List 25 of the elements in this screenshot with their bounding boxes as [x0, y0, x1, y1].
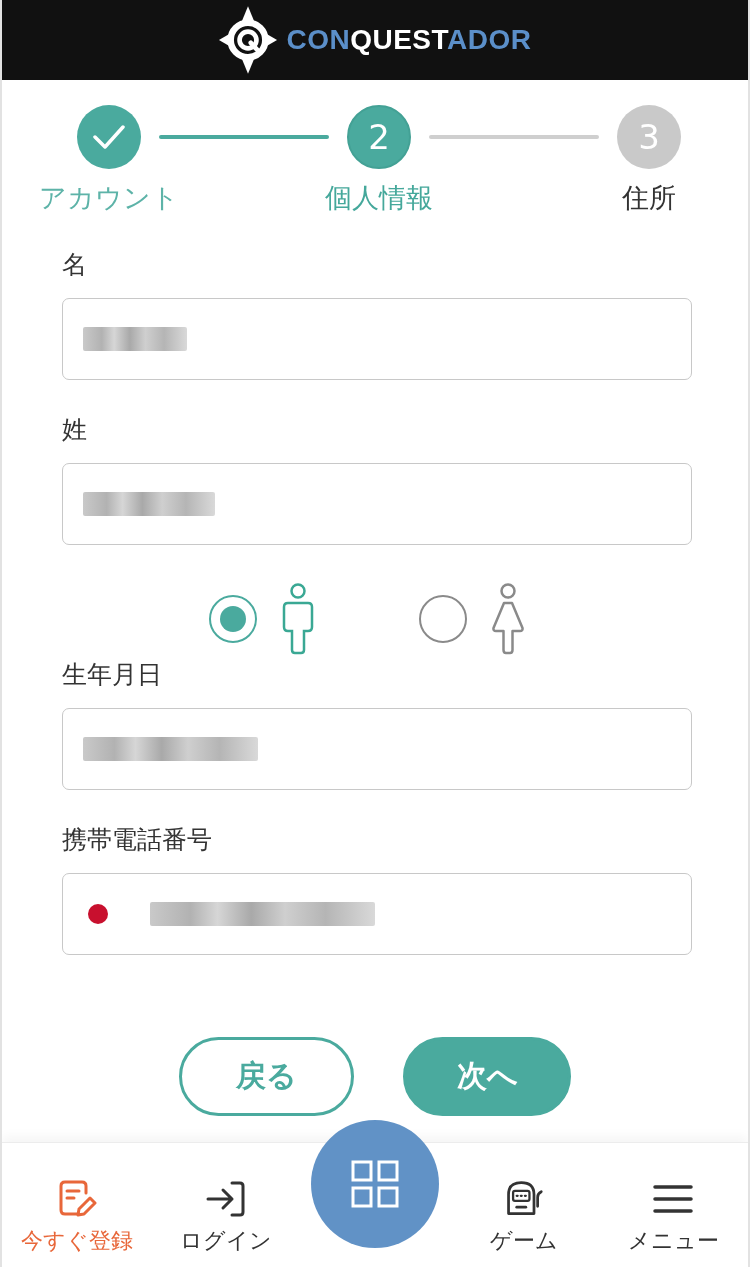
- field-label: 姓: [62, 414, 87, 446]
- female-icon: [492, 583, 524, 655]
- field-label: 名: [62, 249, 87, 281]
- step-label: 個人情報: [325, 181, 433, 215]
- nav-tab[interactable]: メニュー: [627, 1179, 719, 1256]
- phone-field[interactable]: [62, 873, 692, 955]
- radio-button[interactable]: [209, 595, 257, 643]
- step-indicator: 2: [347, 105, 411, 169]
- login-icon: [205, 1179, 246, 1219]
- step-label: 住所: [622, 181, 676, 215]
- nav-tab[interactable]: ゲーム: [490, 1179, 559, 1256]
- compass-logo-icon: [218, 6, 279, 74]
- male-icon: [282, 583, 314, 655]
- radio-button[interactable]: [419, 595, 467, 643]
- flag-icon: [88, 904, 108, 924]
- text-field[interactable]: [62, 298, 692, 380]
- grid-icon: [351, 1160, 399, 1208]
- text-field[interactable]: [62, 708, 692, 790]
- logo-text: CONQUESTADOR: [286, 23, 532, 57]
- field-label: 携帯電話番号: [62, 824, 212, 856]
- text-field[interactable]: [62, 463, 692, 545]
- step-label: アカウント: [39, 181, 179, 215]
- nav-tab[interactable]: ログイン: [179, 1179, 272, 1256]
- field-label: 生年月日: [62, 659, 162, 691]
- check-icon: [93, 125, 125, 149]
